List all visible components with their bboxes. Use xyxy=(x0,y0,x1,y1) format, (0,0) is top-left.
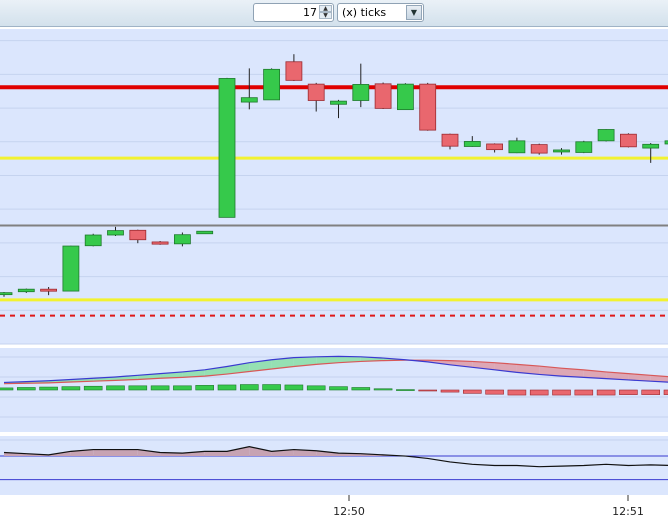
histogram-bar-negative xyxy=(440,389,460,393)
histogram-bar-positive xyxy=(240,384,259,391)
chevron-down-icon[interactable]: ▼ xyxy=(406,5,422,20)
histogram-bar-positive xyxy=(0,387,14,391)
bearish-candle xyxy=(151,241,169,245)
histogram-bar-positive xyxy=(83,385,103,391)
bullish-candle xyxy=(553,149,570,153)
bearish-candle xyxy=(285,61,303,81)
bullish-candle xyxy=(396,83,414,111)
spinner-up-icon[interactable]: ▲ xyxy=(319,5,332,12)
histogram-bar-positive xyxy=(16,387,36,391)
histogram-bar-negative xyxy=(485,389,504,395)
histogram-bar-negative xyxy=(596,389,616,396)
histogram-bar-positive xyxy=(217,384,237,391)
bullish-candle xyxy=(107,230,124,236)
bullish-candle xyxy=(17,288,35,293)
bullish-candle xyxy=(173,234,191,245)
histogram-bar-positive xyxy=(150,385,170,391)
chart-area[interactable]: 12:50 12:51 xyxy=(0,27,668,518)
bearish-candle xyxy=(307,83,325,101)
histogram-bar-negative xyxy=(663,389,668,395)
histogram-bar-positive xyxy=(262,384,281,391)
histogram-bar-positive xyxy=(128,385,148,391)
price-panel xyxy=(0,29,668,344)
tick-count-spinner[interactable]: ▲ ▼ xyxy=(319,5,332,20)
bullish-candle xyxy=(196,230,214,235)
bullish-candle xyxy=(330,100,347,105)
bearish-candle xyxy=(441,133,459,147)
bullish-candle xyxy=(0,292,13,296)
histogram-bar-negative xyxy=(418,389,438,392)
histogram-bar-negative xyxy=(552,389,571,396)
histogram-bar-negative xyxy=(462,389,482,394)
bearish-candle xyxy=(486,143,504,151)
bullish-candle xyxy=(642,143,660,149)
bearish-candle xyxy=(530,144,548,154)
tick-count-input[interactable]: 17 ▲ ▼ xyxy=(253,3,334,22)
histogram-bar-positive xyxy=(284,384,304,391)
histogram-bar-positive xyxy=(173,385,192,391)
bullish-candle xyxy=(508,140,526,154)
bullish-candle xyxy=(575,141,593,153)
histogram-bar-positive xyxy=(106,385,125,391)
histogram-bar-negative xyxy=(507,389,527,396)
time-tick-label: 12:51 xyxy=(612,505,644,518)
histogram-bar-negative xyxy=(641,389,661,395)
line-fill-segment xyxy=(93,449,116,457)
bullish-candle xyxy=(84,234,102,247)
bearish-candle xyxy=(374,83,392,109)
bullish-candle xyxy=(240,97,258,103)
histogram-bar-positive xyxy=(329,386,348,391)
bearish-candle xyxy=(419,83,437,131)
time-tick-label: 12:50 xyxy=(333,505,365,518)
toolbar: 17 ▲ ▼ (x) ticks ▼ xyxy=(0,0,668,27)
histogram-bar-positive xyxy=(306,385,326,391)
bullish-candle xyxy=(463,141,481,147)
histogram-bar-positive xyxy=(195,385,214,391)
tick-count-value[interactable]: 17 xyxy=(256,6,317,19)
histogram-bar-positive xyxy=(373,388,393,391)
histogram-bar-negative xyxy=(619,389,638,395)
line-fill-segment xyxy=(204,451,227,457)
bearish-candle xyxy=(40,288,57,292)
bullish-candle xyxy=(352,84,370,101)
bullish-candle xyxy=(62,245,80,292)
spinner-down-icon[interactable]: ▼ xyxy=(319,12,332,19)
histogram-bar-negative xyxy=(529,389,549,396)
histogram-bar-positive xyxy=(39,386,58,391)
bullish-candle xyxy=(597,129,615,142)
tick-unit-select-label: (x) ticks xyxy=(342,6,387,19)
tick-unit-select[interactable]: (x) ticks ▼ xyxy=(337,3,424,22)
line-fill-segment xyxy=(115,449,138,457)
histogram-bar-negative xyxy=(574,389,594,396)
histogram-bar-positive xyxy=(351,387,371,391)
bearish-candle xyxy=(620,133,637,148)
histogram-bar-positive xyxy=(61,386,81,391)
bullish-candle xyxy=(218,78,236,218)
bullish-candle xyxy=(263,68,281,101)
bearish-candle xyxy=(129,229,147,241)
histogram-bar-positive xyxy=(396,389,415,391)
